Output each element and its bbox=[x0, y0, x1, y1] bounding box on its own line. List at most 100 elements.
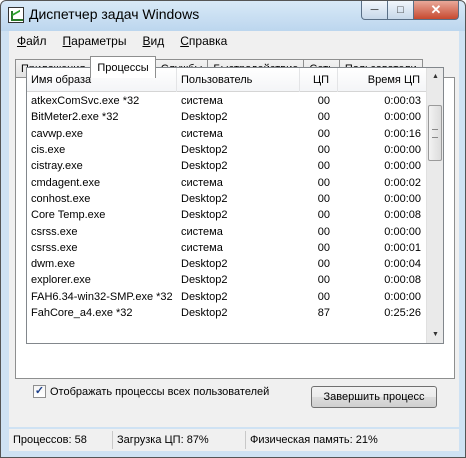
menu-file[interactable]: Файл bbox=[9, 34, 55, 48]
cell-user-name: система bbox=[181, 95, 223, 108]
task-manager-window: Диспетчер задач Windows ─ □ ✕ Файл Парам… bbox=[0, 0, 466, 458]
maximize-button[interactable]: □ bbox=[388, 1, 414, 20]
cell-user-name: система bbox=[181, 225, 223, 238]
cell-image-name: BitMeter2.exe *32 bbox=[31, 111, 119, 124]
cell-cpu-time: 0:00:00 bbox=[384, 160, 421, 173]
cell-image-name: atkexComSvc.exe *32 bbox=[31, 95, 140, 108]
show-all-users-checkbox[interactable]: ✓ bbox=[33, 385, 46, 398]
show-all-users-label[interactable]: Отображать процессы всех пользователей bbox=[50, 386, 269, 398]
show-all-users-option[interactable]: ✓ Отображать процессы всех пользователей bbox=[33, 385, 269, 398]
cell-user-name: система bbox=[181, 241, 223, 254]
process-row[interactable]: conhost.exe Desktop2 00 0:00:00 bbox=[27, 191, 427, 207]
scrollbar-thumb[interactable] bbox=[428, 105, 442, 161]
cell-image-name: cavwp.exe bbox=[31, 127, 83, 140]
cell-cpu-time: 0:00:16 bbox=[384, 127, 421, 140]
tab-processes[interactable]: Процессы bbox=[90, 56, 156, 78]
cell-user-name: система bbox=[181, 127, 223, 140]
cell-image-name: FAH6.34-win32-SMP.exe *32 bbox=[31, 290, 173, 303]
cell-user-name: Desktop2 bbox=[181, 290, 228, 303]
process-rows: atkexComSvc.exe *32 система 00 0:00:03 BitMe… bbox=[27, 93, 427, 321]
status-cpu-usage: Загрузка ЦП: 87% bbox=[113, 431, 246, 449]
cell-cpu-time: 0:00:00 bbox=[384, 144, 421, 157]
cell-user-name: Desktop2 bbox=[181, 144, 228, 157]
process-list[interactable]: ▲ Имя образа Пользователь ЦП Время ЦП at… bbox=[26, 67, 444, 344]
cell-image-name: cmdagent.exe bbox=[31, 176, 101, 189]
cell-user-name: Desktop2 bbox=[181, 274, 228, 287]
cell-user-name: система bbox=[181, 176, 223, 189]
cell-cpu-time: 0:00:00 bbox=[384, 225, 421, 238]
vertical-scrollbar[interactable]: ▲ ▼ bbox=[426, 68, 443, 343]
cell-cpu-percent: 00 bbox=[317, 127, 330, 140]
column-label: ЦП bbox=[312, 74, 329, 86]
cell-image-name: explorer.exe bbox=[31, 274, 91, 287]
process-row[interactable]: cistray.exe Desktop2 00 0:00:00 bbox=[27, 158, 427, 174]
cell-cpu-percent: 00 bbox=[317, 176, 330, 189]
client-area: Приложения Процессы Службы Быстродействи… bbox=[9, 51, 459, 427]
process-row[interactable]: atkexComSvc.exe *32 система 00 0:00:03 bbox=[27, 93, 427, 109]
column-label: Пользователь bbox=[181, 74, 253, 86]
cell-cpu-percent: 00 bbox=[317, 144, 330, 157]
end-process-button[interactable]: Завершить процесс bbox=[311, 386, 437, 408]
cell-image-name: dwm.exe bbox=[31, 258, 76, 271]
menu-options[interactable]: Параметры bbox=[55, 34, 135, 48]
cell-user-name: Desktop2 bbox=[181, 111, 228, 124]
process-row[interactable]: explorer.exe Desktop2 00 0:00:08 bbox=[27, 272, 427, 288]
cell-image-name: csrss.exe bbox=[31, 241, 78, 254]
cell-user-name: Desktop2 bbox=[181, 258, 228, 271]
column-label: Время ЦП bbox=[367, 74, 420, 86]
process-row[interactable]: cavwp.exe система 00 0:00:16 bbox=[27, 126, 427, 142]
cell-image-name: FahCore_a4.exe *32 bbox=[31, 307, 133, 319]
cell-image-name: cistray.exe bbox=[31, 160, 83, 173]
process-row[interactable]: FAH6.34-win32-SMP.exe *32 Desktop2 00 0:00:… bbox=[27, 289, 427, 305]
cell-cpu-percent: 00 bbox=[317, 209, 330, 222]
process-row[interactable]: cmdagent.exe система 00 0:00:02 bbox=[27, 174, 427, 190]
cell-cpu-time: 0:00:03 bbox=[384, 95, 421, 108]
process-row[interactable]: Core Temp.exe Desktop2 00 0:00:08 bbox=[27, 207, 427, 223]
column-header-cpu-time[interactable]: Время ЦП bbox=[338, 68, 427, 92]
cell-cpu-percent: 00 bbox=[317, 160, 330, 173]
process-row[interactable]: dwm.exe Desktop2 00 0:00:04 bbox=[27, 256, 427, 272]
column-header-cpu[interactable]: ЦП bbox=[300, 68, 338, 92]
process-row[interactable]: csrss.exe система 00 0:00:01 bbox=[27, 240, 427, 256]
column-label: Имя образа bbox=[31, 74, 92, 86]
menu-bar: Файл Параметры Вид Справка bbox=[9, 31, 459, 51]
cell-cpu-time: 0:00:00 bbox=[384, 290, 421, 303]
title-bar[interactable]: Диспетчер задач Windows ─ □ ✕ bbox=[1, 1, 465, 30]
process-row[interactable]: FahCore_a4.exe *32 Desktop2 87 0:25:26 bbox=[27, 305, 427, 321]
cell-image-name: csrss.exe bbox=[31, 225, 78, 238]
status-bar: Процессов: 58 Загрузка ЦП: 87% Физическа… bbox=[9, 429, 459, 451]
cell-user-name: Desktop2 bbox=[181, 209, 228, 222]
process-row[interactable]: BitMeter2.exe *32 Desktop2 00 0:00:00 bbox=[27, 109, 427, 125]
cell-cpu-percent: 00 bbox=[317, 225, 330, 238]
menu-view[interactable]: Вид bbox=[134, 34, 172, 48]
cell-cpu-time: 0:00:00 bbox=[384, 192, 421, 205]
cell-user-name: Desktop2 bbox=[181, 307, 228, 319]
column-header-user[interactable]: Пользователь bbox=[177, 68, 300, 92]
minimize-button[interactable]: ─ bbox=[361, 1, 388, 20]
task-manager-app-icon[interactable] bbox=[8, 7, 24, 23]
cell-image-name: cis.exe bbox=[31, 144, 66, 157]
cell-cpu-time: 0:00:04 bbox=[384, 258, 421, 271]
status-process-count: Процессов: 58 bbox=[9, 431, 113, 449]
cell-cpu-percent: 00 bbox=[317, 95, 330, 108]
cell-cpu-percent: 00 bbox=[317, 258, 330, 271]
process-row[interactable]: cis.exe Desktop2 00 0:00:00 bbox=[27, 142, 427, 158]
cell-cpu-percent: 00 bbox=[317, 274, 330, 287]
cell-cpu-percent: 00 bbox=[317, 192, 330, 205]
cell-image-name: Core Temp.exe bbox=[31, 209, 106, 222]
status-physical-memory: Физическая память: 21% bbox=[250, 434, 378, 446]
process-row[interactable]: csrss.exe система 00 0:00:00 bbox=[27, 223, 427, 239]
cell-user-name: Desktop2 bbox=[181, 160, 228, 173]
cell-cpu-time: 0:25:26 bbox=[384, 307, 421, 319]
cell-cpu-percent: 00 bbox=[317, 241, 330, 254]
menu-help[interactable]: Справка bbox=[172, 34, 235, 48]
cell-user-name: Desktop2 bbox=[181, 192, 228, 205]
close-button[interactable]: ✕ bbox=[414, 1, 459, 20]
cell-cpu-time: 0:00:01 bbox=[384, 241, 421, 254]
cell-cpu-percent: 00 bbox=[317, 290, 330, 303]
caption-buttons: ─ □ ✕ bbox=[361, 1, 459, 20]
window-title: Диспетчер задач Windows bbox=[29, 6, 200, 22]
scroll-down-arrow-icon[interactable]: ▼ bbox=[427, 326, 443, 343]
cell-cpu-time: 0:00:08 bbox=[384, 274, 421, 287]
scroll-up-arrow-icon[interactable]: ▲ bbox=[427, 68, 443, 85]
